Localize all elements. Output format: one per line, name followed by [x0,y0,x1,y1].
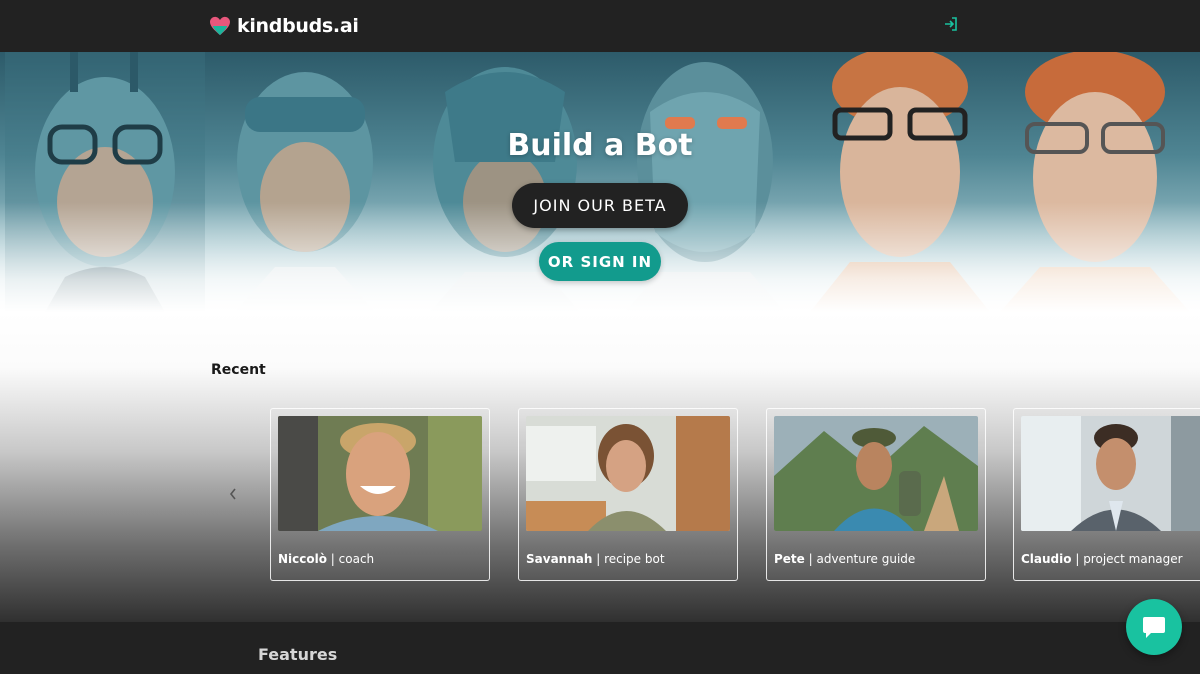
bot-avatar-image [278,416,482,531]
bot-avatar-image [774,416,978,531]
sign-in-icon[interactable] [940,13,962,35]
bot-name: Niccolò [278,552,327,566]
bot-avatar-image [1021,416,1200,531]
top-nav: kindbuds.ai [0,0,1200,52]
bot-card[interactable]: Pete | adventure guide [766,408,986,581]
join-beta-button[interactable]: JOIN OUR BETA [512,183,688,228]
bot-avatar-image [526,416,730,531]
chat-button[interactable] [1126,599,1182,655]
bot-name: Claudio [1021,552,1072,566]
recent-section: Recent Niccolò | coach Savannah | recipe [0,312,1200,622]
bot-card[interactable]: Claudio | project manager [1013,408,1200,581]
bot-name: Pete [774,552,805,566]
bot-card-caption: Savannah | recipe bot [526,552,665,566]
bot-name: Savannah [526,552,593,566]
sign-in-button[interactable]: OR SIGN IN [539,242,661,281]
brand-name: kindbuds.ai [237,15,359,37]
hero-banner: Build a Bot JOIN OUR BETA OR SIGN IN [0,52,1200,312]
chat-bubble-icon [1143,617,1165,638]
heart-logo-icon [210,16,230,36]
bot-role: | coach [326,552,375,566]
bot-role: | adventure guide [804,552,916,566]
recent-title: Recent [211,362,266,378]
chevron-left-icon[interactable] [226,486,240,502]
bot-card[interactable]: Savannah | recipe bot [518,408,738,581]
brand-logo[interactable]: kindbuds.ai [209,13,359,39]
hero-title: Build a Bot [507,128,693,163]
bot-role: | project manager [1071,552,1183,566]
bot-card-caption: Pete | adventure guide [774,552,915,566]
bot-card-caption: Claudio | project manager [1021,552,1183,566]
bot-card[interactable]: Niccolò | coach [270,408,490,581]
features-section: Features [0,622,1200,674]
bot-card-caption: Niccolò | coach [278,552,374,566]
bot-role: | recipe bot [592,552,665,566]
features-title: Features [258,645,338,664]
